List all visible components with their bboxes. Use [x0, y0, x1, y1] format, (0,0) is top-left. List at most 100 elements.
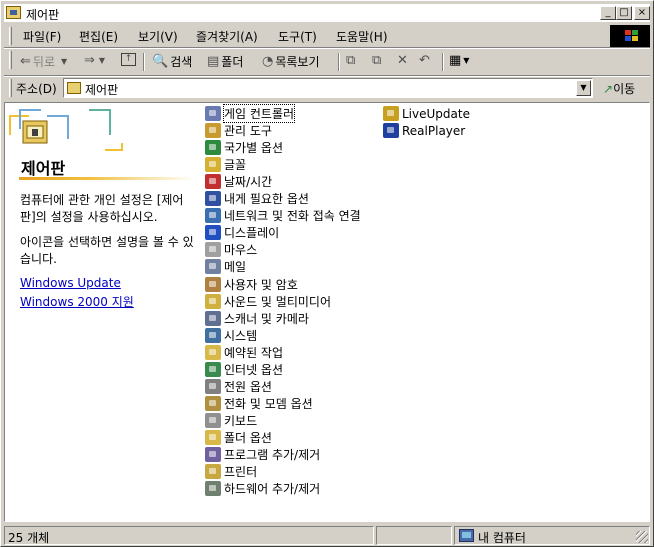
status-bar: 25 개체 내 컴퓨터 — [4, 526, 650, 545]
control-panel-item[interactable]: 인터넷 옵션 — [205, 361, 283, 378]
control-panel-item[interactable]: 내게 필요한 옵션 — [205, 190, 309, 207]
applet-icon — [205, 140, 221, 156]
address-label: 주소(D) — [16, 82, 57, 96]
windows-support-link[interactable]: Windows 2000 지원 — [20, 293, 134, 310]
control-panel-item[interactable]: 디스플레이 — [205, 224, 279, 241]
windows-update-link[interactable]: Windows Update — [20, 276, 121, 290]
address-input[interactable]: 제어판 ▼ — [63, 78, 593, 98]
delete-button[interactable]: ✕ — [397, 53, 408, 68]
control-panel-item[interactable]: 전원 옵션 — [205, 378, 272, 395]
control-panel-item[interactable]: RealPlayer — [383, 122, 465, 139]
toolbar-separator — [442, 53, 444, 71]
applet-label: 스캐너 및 카메라 — [224, 311, 309, 326]
minimize-button[interactable]: _ — [600, 6, 616, 20]
addressbar-grip[interactable] — [9, 79, 12, 97]
control-panel-icon — [6, 6, 21, 19]
control-panel-item[interactable]: LiveUpdate — [383, 105, 470, 122]
applet-icon — [205, 412, 221, 428]
control-panel-item[interactable]: 시스템 — [205, 327, 257, 344]
control-panel-item[interactable]: 게임 컨트롤러 — [205, 104, 296, 123]
folders-label: 폴더 — [221, 55, 244, 69]
go-arrow-icon: ↗ — [603, 82, 614, 96]
move-to-icon: ⧉ — [346, 53, 356, 68]
control-panel-item[interactable]: 메일 — [205, 258, 246, 275]
control-panel-item[interactable]: 프린터 — [205, 463, 257, 480]
views-icon: ▦ — [449, 53, 462, 68]
history-button[interactable]: ◔ 목록보기 — [262, 53, 320, 70]
address-dropdown-button[interactable]: ▼ — [576, 80, 591, 96]
control-panel-item[interactable]: 네트워크 및 전화 접속 연결 — [205, 207, 361, 224]
applet-icon — [205, 327, 221, 343]
menu-favorites[interactable]: 즐겨찾기(A) — [196, 28, 258, 45]
menu-file[interactable]: 파일(F) — [23, 28, 61, 45]
control-panel-item[interactable]: 날짜/시간 — [205, 173, 272, 190]
content-area: 제어판 컴퓨터에 관한 개인 설정은 [제어판]의 설정을 사용하십시오. 아이… — [4, 102, 650, 522]
back-button[interactable]: ⇐ 뒤로 ▼ — [20, 53, 67, 70]
status-location-text: 내 컴퓨터 — [478, 531, 526, 545]
applet-label: 네트워크 및 전화 접속 연결 — [224, 209, 361, 224]
control-panel-item[interactable]: 글꼴 — [205, 156, 246, 173]
control-panel-item[interactable]: 사용자 및 암호 — [205, 276, 298, 293]
menu-edit[interactable]: 편집(E) — [79, 28, 118, 45]
control-panel-item[interactable]: 마우스 — [205, 241, 257, 258]
applet-icon — [383, 123, 399, 139]
undo-button[interactable]: ↶ — [419, 53, 430, 68]
views-button[interactable]: ▦ ▼ — [449, 53, 469, 68]
status-count-text: 25 개체 — [8, 531, 50, 545]
menu-bar: 파일(F) 편집(E) 보기(V) 즐겨찾기(A) 도구(T) 도움말(H) — [4, 25, 604, 47]
up-button[interactable]: ↑ — [121, 53, 136, 66]
close-button[interactable]: × — [634, 6, 650, 20]
move-to-button[interactable]: ⧉ — [346, 53, 355, 68]
control-panel-item[interactable]: 스캐너 및 카메라 — [205, 310, 309, 327]
control-panel-item[interactable]: 예약된 작업 — [205, 344, 283, 361]
menu-view[interactable]: 보기(V) — [138, 28, 178, 45]
control-panel-item[interactable]: 관리 도구 — [205, 122, 272, 139]
applet-label: 전화 및 모뎀 옵션 — [224, 396, 313, 411]
copy-to-button[interactable]: ⧉ — [372, 53, 381, 68]
applet-label: 전원 옵션 — [224, 379, 272, 394]
control-panel-item[interactable]: 프로그램 추가/제거 — [205, 446, 320, 463]
applet-icon — [205, 464, 221, 480]
folders-button[interactable]: ▤ 폴더 — [207, 53, 243, 70]
go-button[interactable]: ↗이동 — [603, 80, 635, 97]
control-panel-item[interactable]: 전화 및 모뎀 옵션 — [205, 395, 313, 412]
maximize-button[interactable]: □ — [616, 6, 632, 20]
applet-icon — [205, 310, 221, 326]
applet-icon — [205, 191, 221, 207]
applet-label: 예약된 작업 — [224, 345, 284, 360]
window-title: 제어판 — [26, 8, 60, 22]
applet-icon — [205, 429, 221, 445]
applet-label: 관리 도구 — [224, 124, 272, 139]
control-panel-item[interactable]: 하드웨어 추가/제거 — [205, 480, 320, 497]
search-icon: 🔍 — [152, 54, 169, 69]
search-button[interactable]: 🔍 검색 — [152, 53, 192, 70]
applet-icon — [205, 361, 221, 377]
back-dropdown-icon[interactable]: ▼ — [61, 57, 67, 66]
back-label: 뒤로 — [32, 55, 55, 69]
control-panel-item[interactable]: 국가별 옵션 — [205, 139, 283, 156]
applet-label: 인터넷 옵션 — [224, 362, 284, 377]
delete-icon: ✕ — [397, 53, 408, 68]
menu-tools[interactable]: 도구(T) — [278, 28, 317, 45]
applet-label: 국가별 옵션 — [224, 141, 284, 156]
control-panel-window: 제어판 _ □ × 파일(F) 편집(E) 보기(V) 즐겨찾기(A) 도구(T… — [0, 0, 654, 547]
control-panel-item[interactable]: 키보드 — [205, 412, 257, 429]
applet-label: 키보드 — [224, 413, 258, 428]
windows-logo-icon — [610, 25, 650, 47]
forward-button[interactable]: ⇒ ▼ — [84, 53, 105, 68]
forward-dropdown-icon[interactable]: ▼ — [99, 56, 105, 65]
my-computer-icon — [459, 529, 474, 542]
toolbar-grip[interactable] — [9, 51, 12, 69]
title-bar[interactable]: 제어판 _ □ × — [4, 4, 650, 22]
menu-help[interactable]: 도움말(H) — [336, 28, 388, 45]
menubar-grip[interactable] — [9, 27, 12, 45]
control-panel-item[interactable]: 사운드 및 멀티미디어 — [205, 293, 331, 310]
applet-icon — [205, 276, 221, 292]
applet-icon — [383, 106, 399, 121]
applet-label: 디스플레이 — [224, 226, 280, 241]
applet-label: RealPlayer — [402, 123, 466, 138]
size-grip[interactable] — [636, 531, 648, 543]
control-panel-item[interactable]: 폴더 옵션 — [205, 429, 272, 446]
applet-icon — [205, 259, 221, 275]
applet-icon — [205, 208, 221, 224]
